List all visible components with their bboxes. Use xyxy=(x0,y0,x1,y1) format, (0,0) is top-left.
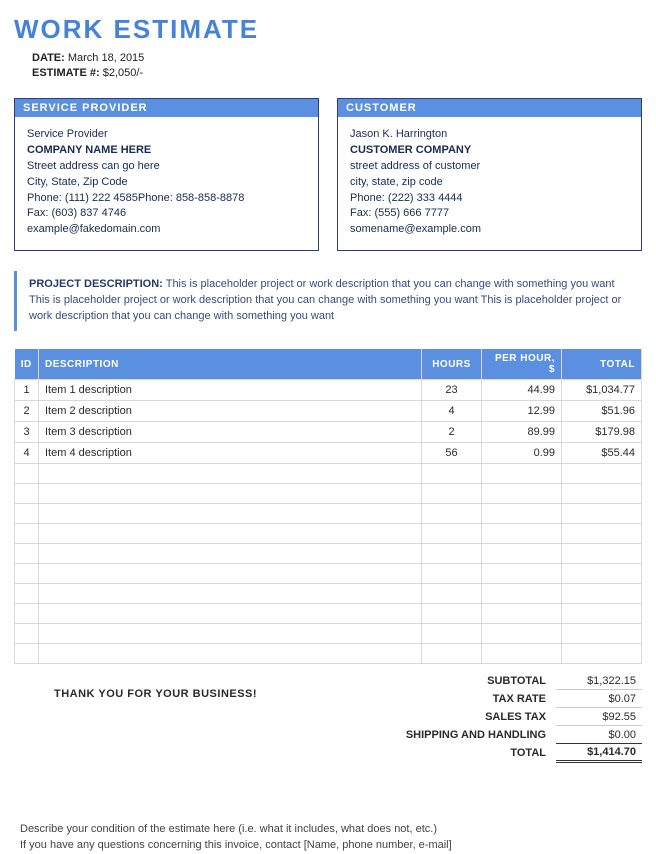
cell-rate: 44.99 xyxy=(482,380,562,401)
shipping-label: SHIPPING AND HANDLING xyxy=(342,729,556,741)
table-row-empty xyxy=(15,604,642,624)
table-row: 1Item 1 description2344.99$1,034.77 xyxy=(15,380,642,401)
customer-fax: Fax: (555) 666 7777 xyxy=(350,206,629,222)
table-row-empty xyxy=(15,524,642,544)
provider-email: example@fakedomain.com xyxy=(27,222,306,238)
table-row-empty xyxy=(15,484,642,504)
estimate-number-value: $2,050/- xyxy=(103,67,143,79)
project-description: PROJECT DESCRIPTION: This is placeholder… xyxy=(14,271,642,331)
cell-id: 2 xyxy=(15,401,39,422)
col-hours: HOURS xyxy=(422,349,482,380)
taxrate-label: TAX RATE xyxy=(342,693,556,705)
customer-box: CUSTOMER Jason K. Harrington CUSTOMER CO… xyxy=(337,98,642,252)
cell-total: $51.96 xyxy=(562,401,642,422)
shipping-value: $0.00 xyxy=(556,727,642,744)
cell-total: $1,034.77 xyxy=(562,380,642,401)
provider-address2: City, State, Zip Code xyxy=(27,175,306,191)
table-row-empty xyxy=(15,584,642,604)
cell-hours: 56 xyxy=(422,443,482,464)
totals-block: SUBTOTAL $1,322.15 TAX RATE $0.07 SALES … xyxy=(342,672,642,762)
cell-hours: 23 xyxy=(422,380,482,401)
table-row-empty xyxy=(15,644,642,664)
cell-total: $179.98 xyxy=(562,422,642,443)
table-row-empty xyxy=(15,504,642,524)
cell-description: Item 4 description xyxy=(39,443,422,464)
service-provider-box: SERVICE PROVIDER Service Provider COMPAN… xyxy=(14,98,319,252)
customer-line1: Jason K. Harrington xyxy=(350,127,629,143)
salestax-value: $92.55 xyxy=(556,709,642,726)
table-row: 2Item 2 description412.99$51.96 xyxy=(15,401,642,422)
cell-rate: 0.99 xyxy=(482,443,562,464)
table-row-empty xyxy=(15,624,642,644)
customer-heading: CUSTOMER xyxy=(338,99,641,117)
col-rate: PER HOUR, $ xyxy=(482,349,562,380)
cell-hours: 2 xyxy=(422,422,482,443)
cell-id: 3 xyxy=(15,422,39,443)
customer-phone: Phone: (222) 333 4444 xyxy=(350,191,629,207)
cell-hours: 4 xyxy=(422,401,482,422)
header-meta: DATE: March 18, 2015 ESTIMATE #: $2,050/… xyxy=(32,51,642,82)
total-value: $1,414.70 xyxy=(556,743,642,763)
provider-phone: Phone: (111) 222 4585Phone: 858-858-8878 xyxy=(27,191,306,207)
table-row-empty xyxy=(15,464,642,484)
subtotal-value: $1,322.15 xyxy=(556,673,642,690)
cell-id: 1 xyxy=(15,380,39,401)
page-title: WORK ESTIMATE xyxy=(14,14,642,45)
table-row-empty xyxy=(15,564,642,584)
table-row: 3Item 3 description289.99$179.98 xyxy=(15,422,642,443)
service-provider-heading: SERVICE PROVIDER xyxy=(15,99,318,117)
cell-description: Item 1 description xyxy=(39,380,422,401)
customer-address2: city, state, zip code xyxy=(350,175,629,191)
cell-description: Item 3 description xyxy=(39,422,422,443)
estimate-number-label: ESTIMATE #: xyxy=(32,67,100,79)
cell-rate: 12.99 xyxy=(482,401,562,422)
cell-total: $55.44 xyxy=(562,443,642,464)
provider-address1: Street address can go here xyxy=(27,159,306,175)
line-items-table: ID DESCRIPTION HOURS PER HOUR, $ TOTAL 1… xyxy=(14,349,642,664)
salestax-label: SALES TAX xyxy=(342,711,556,723)
total-label: TOTAL xyxy=(342,747,556,759)
thank-you-text: THANK YOU FOR YOUR BUSINESS! xyxy=(14,672,342,700)
footer-line2: If you have any questions concerning thi… xyxy=(20,838,642,853)
date-label: DATE: xyxy=(32,52,65,64)
col-id: ID xyxy=(15,349,39,380)
table-row: 4Item 4 description560.99$55.44 xyxy=(15,443,642,464)
table-row-empty xyxy=(15,544,642,564)
provider-line1: Service Provider xyxy=(27,127,306,143)
provider-fax: Fax: (603) 837 4746 xyxy=(27,206,306,222)
provider-company: COMPANY NAME HERE xyxy=(27,143,306,159)
project-description-label: PROJECT DESCRIPTION: xyxy=(29,278,163,290)
taxrate-value: $0.07 xyxy=(556,691,642,708)
footer-line1: Describe your condition of the estimate … xyxy=(20,822,642,837)
cell-id: 4 xyxy=(15,443,39,464)
customer-email: somename@example.com xyxy=(350,222,629,238)
col-total: TOTAL xyxy=(562,349,642,380)
cell-description: Item 2 description xyxy=(39,401,422,422)
cell-rate: 89.99 xyxy=(482,422,562,443)
customer-address1: street address of customer xyxy=(350,159,629,175)
footer-notes: Describe your condition of the estimate … xyxy=(14,822,642,853)
subtotal-label: SUBTOTAL xyxy=(342,675,556,687)
date-value: March 18, 2015 xyxy=(68,52,144,64)
col-description: DESCRIPTION xyxy=(39,349,422,380)
customer-company: CUSTOMER COMPANY xyxy=(350,143,629,159)
